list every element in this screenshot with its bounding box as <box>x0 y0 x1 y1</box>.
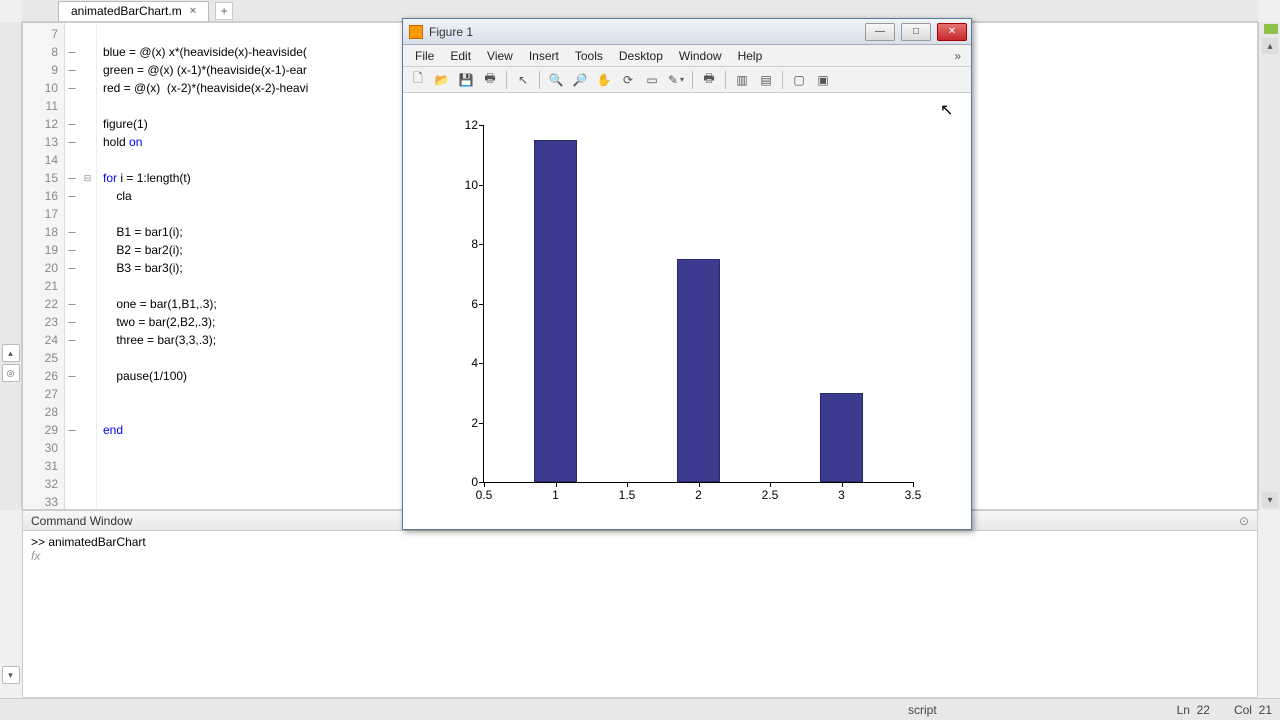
xtick-label: 2.5 <box>762 488 779 502</box>
ytick-label: 2 <box>454 416 478 430</box>
xtick-label: 2 <box>695 488 702 502</box>
minimize-button[interactable]: — <box>865 23 895 41</box>
figure-title: Figure 1 <box>429 25 863 39</box>
goto-icon[interactable]: ◎ <box>2 364 20 382</box>
code-ok-marker <box>1264 24 1278 34</box>
zoom-in-icon[interactable]: 🔍 <box>545 69 567 91</box>
brush-icon[interactable]: ✎ <box>665 69 687 91</box>
menu-window[interactable]: Window <box>671 47 730 65</box>
dock-icon[interactable]: ▣ <box>812 69 834 91</box>
matlab-figure-icon <box>409 25 423 39</box>
status-bar: script Ln 22 Col 21 <box>0 698 1280 720</box>
new-icon[interactable]: 🗋 <box>407 69 429 91</box>
menu-edit[interactable]: Edit <box>442 47 479 65</box>
save-icon[interactable]: 💾 <box>455 69 477 91</box>
hide-icon[interactable]: ▢ <box>788 69 810 91</box>
editor-left-rail: ▴ ◎ ▾ <box>0 22 22 510</box>
zoom-out-icon[interactable]: 🔎 <box>569 69 591 91</box>
menu-overflow-icon[interactable]: » <box>954 49 967 63</box>
new-tab-button[interactable]: + <box>215 2 233 20</box>
menu-desktop[interactable]: Desktop <box>611 47 671 65</box>
ytick-label: 12 <box>454 118 478 132</box>
open-icon[interactable]: 📂 <box>431 69 453 91</box>
ytick-label: 10 <box>454 178 478 192</box>
xtick-label: 1 <box>552 488 559 502</box>
close-button[interactable]: ✕ <box>937 23 967 41</box>
figure-titlebar[interactable]: Figure 1 — □ ✕ <box>403 19 971 45</box>
command-window[interactable]: Command Window ⊙ >> animatedBarChart fx <box>22 510 1258 698</box>
pan-icon[interactable]: ✋ <box>593 69 615 91</box>
figure-window[interactable]: Figure 1 — □ ✕ FileEditViewInsertToolsDe… <box>402 18 972 530</box>
menu-tools[interactable]: Tools <box>567 47 611 65</box>
scroll-up-icon[interactable]: ▴ <box>1262 38 1278 54</box>
cmd-prompt: >> <box>31 535 48 549</box>
figure-toolbar: 🗋📂💾🖶↖🔍🔎✋⟳▭✎🖶▥▤▢▣ <box>403 67 971 93</box>
xtick-label: 3 <box>838 488 845 502</box>
menu-view[interactable]: View <box>479 47 521 65</box>
fold-column[interactable]: ⊟ <box>79 23 97 509</box>
status-col: Col 21 <box>1234 703 1272 717</box>
nav-up-icon[interactable]: ▴ <box>2 344 20 362</box>
maximize-button[interactable]: □ <box>901 23 931 41</box>
xtick-label: 0.5 <box>476 488 493 502</box>
nav-down-icon[interactable]: ▾ <box>2 666 20 684</box>
print-icon[interactable]: 🖶 <box>479 69 501 91</box>
bar-2[interactable] <box>677 259 720 482</box>
editor-right-rail: ▴ ▾ <box>1258 22 1280 510</box>
line-gutter: 7891011121314151617181920212223242526272… <box>23 23 65 509</box>
bar-1[interactable] <box>534 140 577 482</box>
pointer-icon[interactable]: ↖ <box>512 69 534 91</box>
breakpoint-column[interactable]: ––––––––––––––– <box>65 23 79 509</box>
colorbar-icon[interactable]: ▥ <box>731 69 753 91</box>
plot-area: 0 2 4 6 8 10 12 0.5 1 1.5 2 2.5 3 3.5 <box>413 95 961 517</box>
cmd-entry: animatedBarChart <box>48 535 145 549</box>
bar-3[interactable] <box>820 393 863 482</box>
tab-filename: animatedBarChart.m <box>71 4 182 18</box>
ytick-label: 8 <box>454 237 478 251</box>
tab-close-icon[interactable]: × <box>190 5 196 17</box>
fx-prompt-icon[interactable]: fx <box>31 549 1249 563</box>
status-line: Ln 22 <box>1177 703 1210 717</box>
xtick-label: 1.5 <box>619 488 636 502</box>
status-mode: script <box>8 703 1153 717</box>
figure-menu-bar: FileEditViewInsertToolsDesktopWindowHelp… <box>403 45 971 67</box>
editor-tab[interactable]: animatedBarChart.m × <box>58 1 209 21</box>
menu-file[interactable]: File <box>407 47 442 65</box>
menu-insert[interactable]: Insert <box>521 47 567 65</box>
command-window-title: Command Window <box>31 514 132 528</box>
axes[interactable]: 0246810120.511.522.533.5 <box>483 125 913 483</box>
ytick-label: 6 <box>454 297 478 311</box>
menu-help[interactable]: Help <box>730 47 771 65</box>
ytick-label: 0 <box>454 475 478 489</box>
data-cursor-icon[interactable]: ▭ <box>641 69 663 91</box>
rotate-icon[interactable]: ⟳ <box>617 69 639 91</box>
legend-icon[interactable]: ▤ <box>755 69 777 91</box>
scroll-down-icon[interactable]: ▾ <box>1262 492 1278 508</box>
command-window-dropdown-icon[interactable]: ⊙ <box>1239 514 1249 528</box>
link-icon[interactable]: 🖶 <box>698 69 720 91</box>
command-window-body[interactable]: >> animatedBarChart fx <box>23 531 1257 567</box>
ytick-label: 4 <box>454 356 478 370</box>
xtick-label: 3.5 <box>905 488 922 502</box>
